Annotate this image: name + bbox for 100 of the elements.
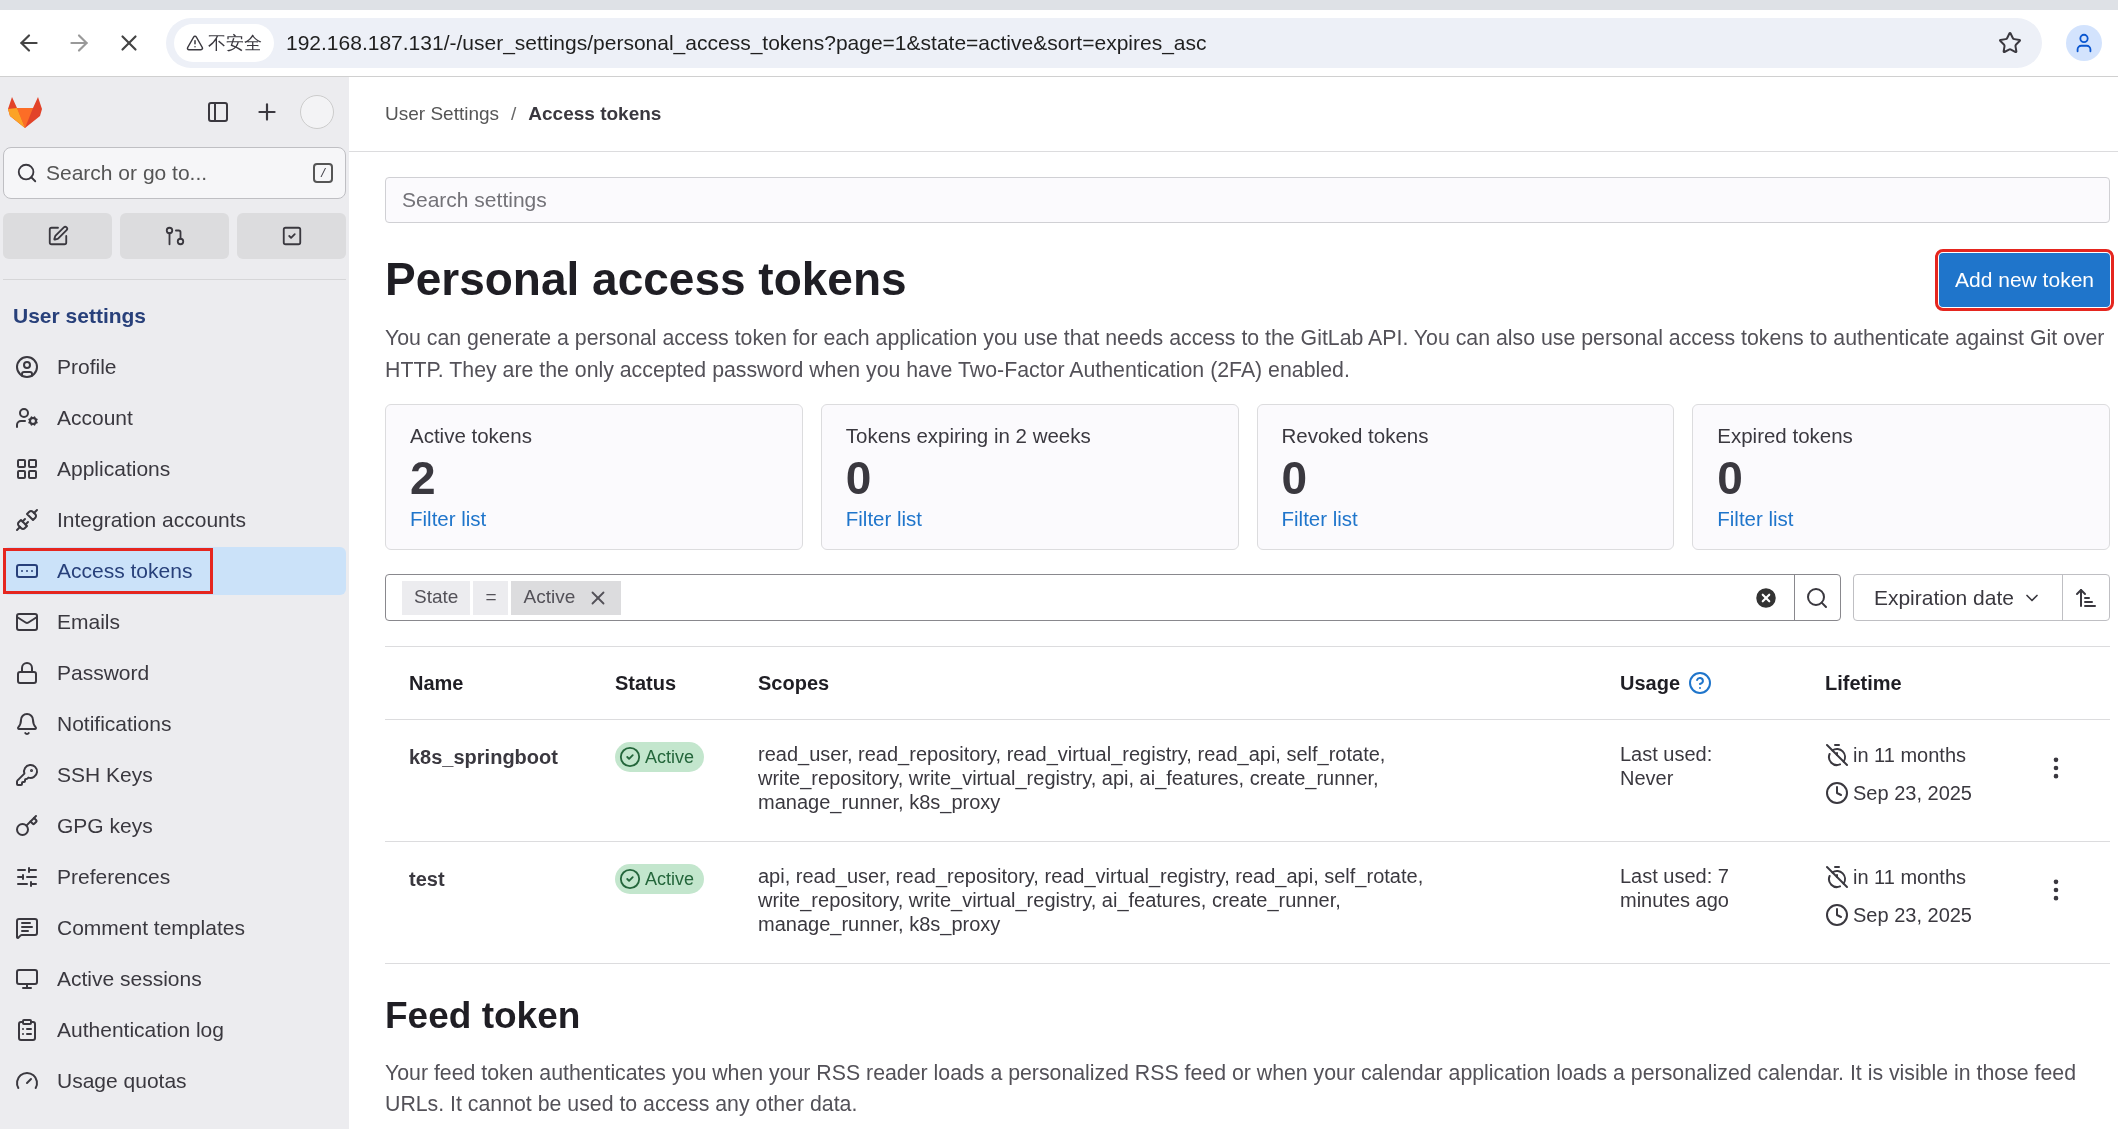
column-header: Lifetime [1825, 671, 1902, 696]
nav-label: Account [57, 405, 133, 432]
lock-icon [15, 661, 39, 685]
clock-icon [1825, 781, 1849, 805]
breadcrumb-link[interactable]: Access tokens [528, 99, 662, 129]
filter-link[interactable]: Filter list [845, 503, 923, 535]
sidebar-item[interactable]: Applications [3, 445, 346, 493]
filter-field[interactable]: State = Active [385, 574, 1841, 621]
comment-icon [15, 916, 39, 940]
token-name: test [409, 868, 445, 890]
section-title: User settings [12, 303, 148, 329]
nav-label: Active sessions [57, 966, 202, 993]
search-field[interactable]: Search or go to... / [3, 147, 346, 199]
logo-icon[interactable] [7, 95, 43, 129]
status-badge: Active [615, 742, 705, 772]
expiry-clock-icon [1825, 743, 1849, 767]
search-icon [1805, 585, 1830, 610]
status-badge: Active [615, 864, 705, 894]
stat-value: 0 [1717, 451, 1743, 504]
expires-on: Sep 23, 2025 [1853, 781, 1972, 806]
clock-icon [1825, 903, 1849, 927]
user-circle-icon [15, 355, 39, 379]
stat-value: 2 [410, 451, 436, 504]
sidebar-item[interactable]: Profile [3, 343, 346, 391]
nav-label: Access tokens [57, 558, 193, 585]
star-icon[interactable] [1998, 31, 2022, 55]
sidebar-item[interactable]: Preferences [3, 853, 346, 901]
nav-label: Integration accounts [57, 507, 247, 534]
key-icon [15, 763, 39, 787]
url-text: 192.168.187.131/-/user_settings/personal_access_tokens?page=1&state=active&sort=expires_asc [286, 30, 1208, 57]
nav-label: SSH Keys [57, 762, 153, 789]
sidebar-item[interactable]: Account [3, 394, 346, 442]
usage-text: Last used: Never [1620, 743, 1713, 789]
sidebar-item[interactable]: SSH Keys [3, 751, 346, 799]
nav-label: Emails [57, 609, 120, 636]
sidebar-item[interactable]: Authentication log [3, 1006, 346, 1054]
list-icon [15, 1018, 39, 1042]
expires-on: Sep 23, 2025 [1853, 903, 1972, 928]
expires-in: in 11 months [1853, 743, 1967, 768]
nav-label: GPG keys [57, 813, 153, 840]
key-icon [15, 814, 39, 838]
help-icon[interactable] [1688, 671, 1713, 695]
sidebar-item[interactable]: Integration accounts [3, 496, 346, 544]
sidebar-item[interactable]: Usage quotas [3, 1057, 346, 1105]
stat-label: Expired tokens [1717, 423, 1853, 449]
stat-label: Revoked tokens [1281, 423, 1429, 449]
bell-icon [15, 712, 39, 736]
filter-token[interactable]: = [473, 580, 509, 615]
stat-value: 0 [1281, 451, 1308, 504]
sidebar-item[interactable]: GPG keys [3, 802, 346, 850]
check-circle-icon [619, 868, 641, 890]
stat-label: Active tokens [410, 423, 532, 449]
merge-request-icon [163, 225, 186, 247]
stat-label: Tokens expiring in 2 weeks [845, 423, 1091, 449]
nav-label: Comment templates [57, 915, 245, 942]
scopes-text: api, read_user, read_repository, read_virtual_registry, read_api, self_rotate, write_repository, write_virtual_registry, ai_features, create_runner, manage_runner, k8s_proxy [758, 865, 1424, 935]
sidebar-item[interactable]: Comment templates [3, 904, 346, 952]
panel-icon[interactable] [206, 100, 230, 124]
filter-token[interactable]: Active [511, 580, 622, 615]
stat-value: 0 [845, 451, 872, 504]
sort-label: Expiration date [1873, 584, 2014, 611]
sidebar-item[interactable]: Password [3, 649, 346, 697]
filter-link[interactable]: Filter list [1281, 503, 1358, 535]
token-name: k8s_springboot [409, 746, 558, 768]
page-title: Personal access tokens [385, 252, 907, 307]
address-bar[interactable]: 不安全 192.168.187.131/-/user_settings/personal_access_tokens?page=1&state=active&sort=expires_asc [166, 18, 2042, 68]
column-header: Usage [1620, 671, 1681, 696]
section-heading: Feed token [385, 994, 582, 1038]
search-placeholder: Search or go to... [46, 160, 209, 187]
search-settings-field[interactable]: Search settings [385, 177, 2110, 223]
filter-token[interactable]: State [402, 580, 471, 615]
filter-link[interactable]: Filter list [410, 503, 487, 535]
sidebar-item[interactable]: Emails [3, 598, 346, 646]
expiry-clock-icon [1825, 865, 1849, 889]
breadcrumb-link[interactable]: User Settings [385, 99, 500, 129]
search-icon [16, 162, 38, 184]
monitor-icon [15, 967, 39, 991]
sidebar-item[interactable]: Notifications [3, 700, 346, 748]
nav-label: Usage quotas [57, 1068, 187, 1095]
user-gear-icon [15, 406, 39, 430]
security-chip[interactable]: 不安全 [174, 24, 274, 62]
warning-icon [186, 34, 204, 52]
todo-button[interactable] [237, 213, 346, 259]
nav-label: Preferences [57, 864, 171, 891]
profile-button[interactable] [2066, 25, 2102, 61]
grid-icon [15, 457, 39, 481]
sidebar-item[interactable]: Access tokens [3, 547, 346, 595]
usage-text: Last used: 7 minutes ago [1620, 865, 1729, 911]
plug-icon [15, 508, 39, 532]
sidebar-item[interactable]: Active sessions [3, 955, 346, 1003]
security-label: 不安全 [208, 31, 262, 55]
column-header: Scopes [758, 671, 830, 696]
nav-label: Profile [57, 354, 117, 381]
feed-description: Your feed token authenticates you when your RSS reader loads a personalized RSS feed or when your calendar application loads a personalized calendar. It is visible in those feed URLs. It cannot be used to access any other data. [385, 1059, 2077, 1118]
sort-dropdown[interactable]: Expiration date [1852, 574, 2110, 621]
issues-button[interactable] [3, 213, 112, 259]
check-circle-icon [619, 746, 641, 768]
column-header: Name [409, 671, 464, 696]
shortcut-key: / [313, 163, 333, 183]
filter-link[interactable]: Filter list [1717, 503, 1794, 535]
